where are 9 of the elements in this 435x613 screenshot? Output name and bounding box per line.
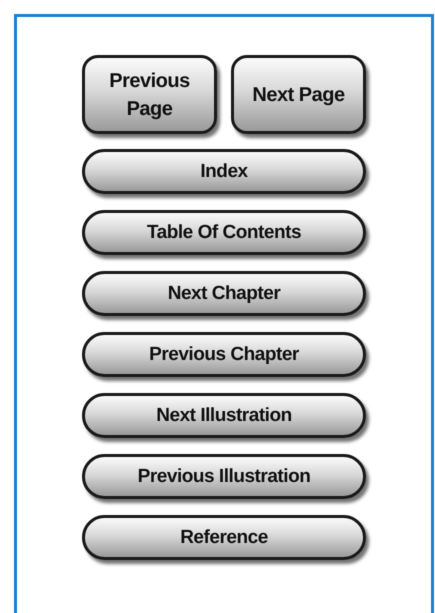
nav-button[interactable]: Next Chapter xyxy=(82,271,366,316)
page-button[interactable]: Previous Page xyxy=(82,55,217,134)
page-button[interactable]: Next Page xyxy=(231,55,366,134)
nav-button[interactable]: Reference xyxy=(82,515,366,560)
nav-button[interactable]: Previous Chapter xyxy=(82,332,366,377)
nav-button[interactable]: Previous Illustration xyxy=(82,454,366,499)
nav-button[interactable]: Index xyxy=(82,149,366,194)
nav-button[interactable]: Table Of Contents xyxy=(82,210,366,255)
nav-button[interactable]: Next Illustration xyxy=(82,393,366,438)
